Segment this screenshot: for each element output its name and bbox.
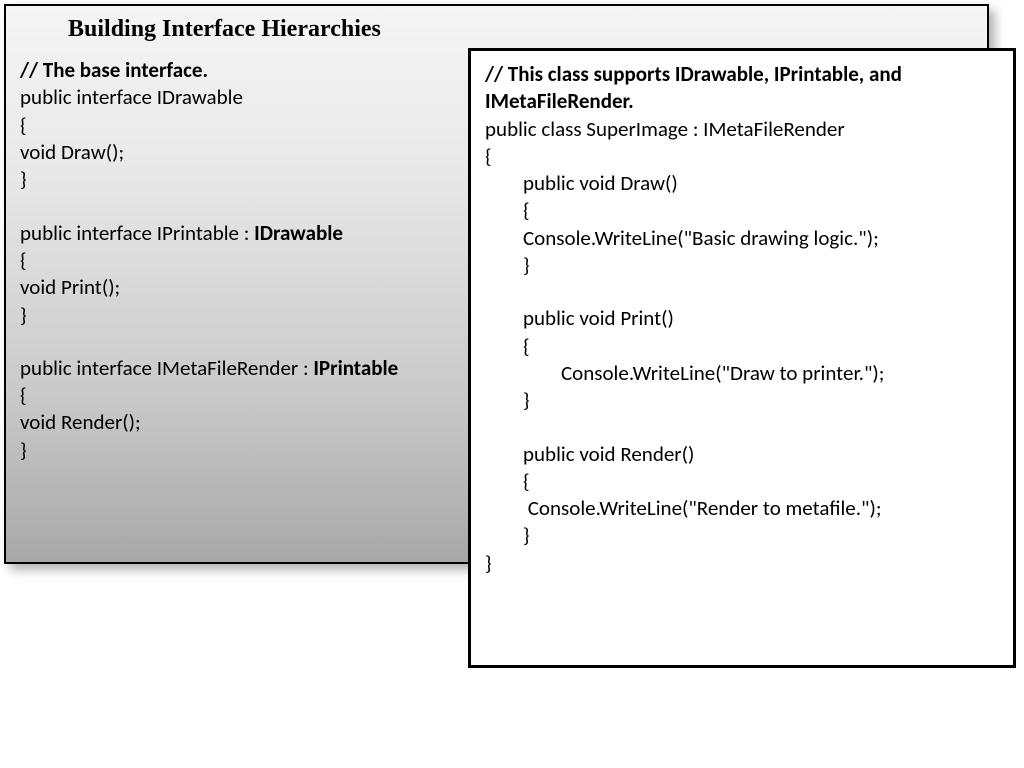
code-line: public class SuperImage : IMetaFileRende… — [485, 116, 999, 143]
code-line: Console.WriteLine("Draw to printer."); — [485, 360, 999, 387]
right-code-box: // This class supports IDrawable, IPrint… — [468, 48, 1016, 668]
left-code-block: // The base interface. public interface … — [20, 57, 460, 464]
code-line: public void Draw() — [485, 170, 999, 197]
code-line: } — [485, 387, 999, 414]
code-line: } — [485, 522, 999, 549]
code-line: Console.WriteLine("Basic drawing logic."… — [485, 225, 999, 252]
code-line: public void Print() — [485, 305, 999, 332]
code-line: } — [20, 302, 460, 329]
code-text: public interface IPrintable : — [20, 220, 254, 246]
slide-title: Building Interface Hierarchies — [20, 14, 973, 45]
code-line: void Render(); — [20, 409, 460, 436]
code-line: { — [20, 112, 460, 139]
code-line: } — [485, 550, 999, 577]
code-bold: IPrintable — [313, 355, 398, 381]
code-comment: // This class supports IDrawable, IPrint… — [485, 61, 999, 116]
blank-line — [20, 329, 460, 355]
blank-line — [485, 279, 999, 305]
code-line: void Print(); — [20, 274, 460, 301]
code-line: { — [485, 197, 999, 224]
blank-line — [20, 194, 460, 220]
code-line: public interface IMetaFileRender : IPrin… — [20, 355, 460, 382]
code-line: { — [485, 143, 999, 170]
code-line: public void Render() — [485, 441, 999, 468]
code-line: public interface IDrawable — [20, 84, 460, 111]
code-line: public interface IPrintable : IDrawable — [20, 220, 460, 247]
code-line: } — [485, 252, 999, 279]
code-text: public interface IMetaFileRender : — [20, 355, 313, 381]
code-line: { — [485, 333, 999, 360]
code-line: void Draw(); — [20, 139, 460, 166]
code-line: Console.WriteLine("Render to metafile.")… — [485, 495, 999, 522]
blank-line — [485, 415, 999, 441]
code-comment: // The base interface. — [20, 57, 460, 84]
code-bold: IDrawable — [254, 220, 343, 246]
code-line: } — [20, 166, 460, 193]
code-line: } — [20, 437, 460, 464]
code-line: { — [485, 468, 999, 495]
code-line: { — [20, 382, 460, 409]
code-line: { — [20, 247, 460, 274]
